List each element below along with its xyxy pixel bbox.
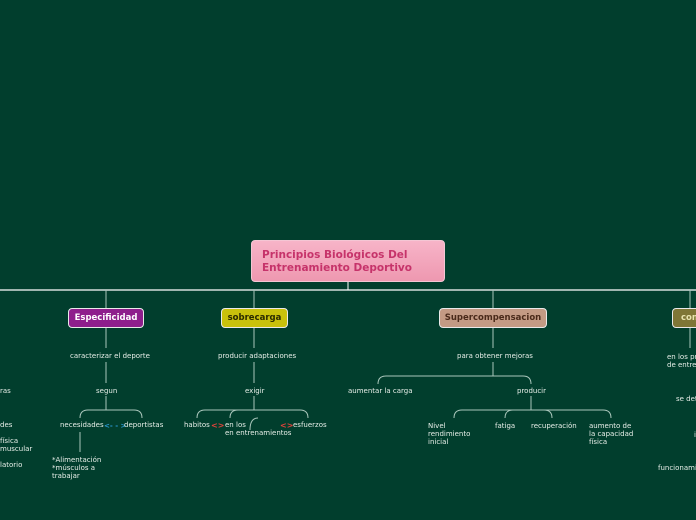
node-producir[interactable]: producir [517,387,546,395]
node-en-los-pr[interactable]: en los pr [667,353,696,361]
node-fisica[interactable]: física [589,438,607,446]
node-aumento[interactable]: aumento de [589,422,631,430]
topic-especificidad[interactable]: Especificidad [68,308,144,328]
node-en-1[interactable]: en [225,421,234,429]
node-trabajar[interactable]: trabajar [52,472,80,480]
node-entrenamientos[interactable]: entrenamientos [236,429,291,437]
node-musculos[interactable]: *músculos a [52,464,95,472]
node-producir-adaptaciones[interactable]: producir adaptaciones [218,352,296,360]
relation-double-arrow-2: <> [280,421,294,430]
node-esfuerzos[interactable]: esfuerzos [293,421,327,429]
root-title-line1: Principios Biológicos Del [262,249,408,261]
node-rendimiento[interactable]: rendimiento [428,430,470,438]
left-cut-fisica[interactable]: física [0,437,18,445]
topic-continuidad[interactable]: con [672,308,696,328]
node-para-obtener-mejoras[interactable]: para obtener mejoras [457,352,533,360]
node-capacidad[interactable]: la capacidad [589,430,633,438]
node-habitos[interactable]: habitos [184,421,210,429]
node-alimentacion[interactable]: *Alimentación [52,456,101,464]
node-los[interactable]: los [236,421,246,429]
left-cut-muscular[interactable]: muscular [0,445,32,453]
node-de-entre[interactable]: de entre [667,361,696,369]
node-funcionamiento[interactable]: funcionamie [658,464,696,472]
relation-double-arrow-1: <> [211,421,225,430]
node-en-2[interactable]: en [225,429,234,437]
node-caracterizar[interactable]: caracterizar el deporte [70,352,150,360]
left-cut-des[interactable]: des [0,421,12,429]
node-fatiga[interactable]: fatiga [495,422,515,430]
node-aumentar-carga[interactable]: aumentar la carga [348,387,413,395]
node-nivel[interactable]: Nivel [428,422,446,430]
node-segun[interactable]: segun [96,387,117,395]
root-topic[interactable]: Principios Biológicos Del Entrenamiento … [251,240,445,282]
node-necesidades[interactable]: necesidades [60,421,104,429]
topic-supercompensacion[interactable]: Supercompensacion [439,308,547,328]
left-cut-latorio[interactable]: latorio [0,461,22,469]
node-se-det[interactable]: se det [676,395,696,403]
topic-sobrecarga[interactable]: sobrecarga [221,308,288,328]
node-recuperacion[interactable]: recuperación [531,422,577,430]
node-inicial[interactable]: inicial [428,438,448,446]
root-title-line2: Entrenamiento Deportivo [262,262,412,274]
left-cut-ras[interactable]: ras [0,387,11,395]
node-deportistas[interactable]: deportistas [124,421,163,429]
node-exigir[interactable]: exigir [245,387,265,395]
